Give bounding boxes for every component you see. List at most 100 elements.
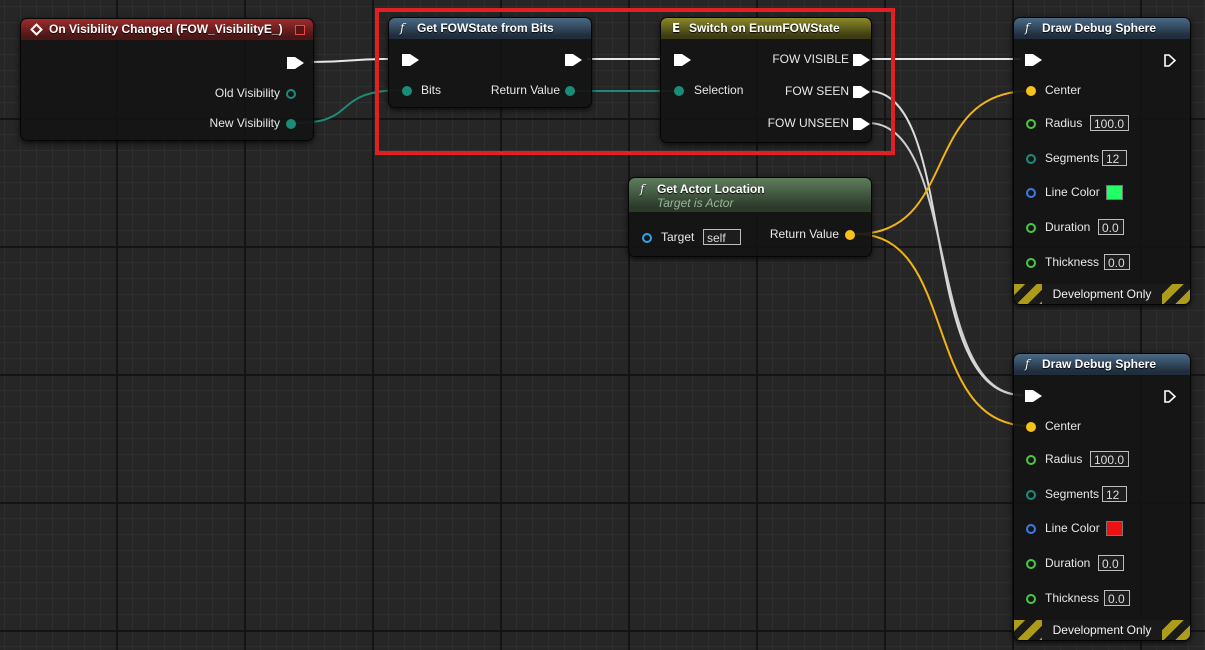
node-draw-debug-sphere-1[interactable]: f Draw Debug Sphere Center Radius 100.0 … [1013,17,1191,305]
get-fowstate-return-pin[interactable] [565,86,575,96]
bits-input-pin[interactable] [402,86,412,96]
switch-output-label-unseen: FOW UNSEEN [767,116,849,130]
fow-visible-exec-pin[interactable] [853,54,861,66]
sphere1-segments-field[interactable]: 12 [1102,150,1127,166]
sphere2-center-pin[interactable] [1026,422,1036,432]
switch-output-label-visible: FOW VISIBLE [772,52,849,66]
sphere1-thickness-field[interactable]: 0.0 [1104,254,1130,270]
node-get-actor-location[interactable]: f Get Actor Location Target is Actor Tar… [628,177,872,257]
get-fowstate-return-label: Return Value [490,83,560,97]
fow-seen-exec-arrow [861,86,870,98]
event-node-header[interactable]: On Visibility Changed (FOW_VisibilityE_) [21,19,313,40]
sphere2-exec-out-pin[interactable] [1164,390,1177,403]
sphere2-thickness-pin[interactable] [1026,594,1036,604]
event-node-on-visibility-changed[interactable]: On Visibility Changed (FOW_VisibilityE_)… [20,18,314,141]
sphere1-duration-label: Duration [1045,220,1091,234]
fow-unseen-exec-pin[interactable] [853,118,861,130]
node-get-fowstate-from-bits[interactable]: f Get FOWState from Bits Bits Return Val… [388,17,592,108]
sphere1-center-pin[interactable] [1026,86,1036,96]
switch-header[interactable]: E Switch on EnumFOWState [661,18,871,39]
selection-label: Selection [694,83,744,97]
sphere1-line-color-pin[interactable] [1026,188,1036,198]
pin-label-old-visibility: Old Visibility [214,86,280,100]
sphere1-exec-in-pin[interactable] [1025,54,1033,66]
sphere2-development-only-label: Development Only [1042,620,1162,640]
get-actor-location-subtitle: Target is Actor [657,196,734,210]
sphere1-exec-out-pin[interactable] [1164,54,1177,67]
fow-visible-exec-arrow [861,54,870,66]
draw-debug-sphere-1-header[interactable]: f Draw Debug Sphere [1014,18,1190,39]
delegate-pin-icon[interactable] [295,25,305,35]
sphere2-segments-field[interactable]: 12 [1102,486,1127,502]
sphere1-line-color-label: Line Color [1045,185,1100,199]
get-fowstate-exec-in-arrow [410,54,419,66]
switch-title: Switch on EnumFOWState [689,21,840,35]
draw-debug-sphere-2-header[interactable]: f Draw Debug Sphere [1014,354,1190,375]
draw-debug-sphere-1-title: Draw Debug Sphere [1042,21,1157,35]
event-node-title: On Visibility Changed (FOW_VisibilityE_) [49,22,283,36]
sphere1-development-only-banner: Development Only [1014,284,1190,304]
sphere1-radius-field[interactable]: 100.0 [1090,115,1129,131]
sphere2-duration-field[interactable]: 0.0 [1098,555,1124,571]
fow-seen-exec-pin[interactable] [853,86,861,98]
get-fowstate-title: Get FOWState from Bits [417,21,554,35]
sphere1-duration-pin[interactable] [1026,223,1036,233]
target-self-field[interactable]: self [703,229,741,245]
function-icon: f [400,21,405,35]
function-icon: f [1025,21,1030,35]
sphere2-radius-field[interactable]: 100.0 [1090,451,1129,467]
node-draw-debug-sphere-2[interactable]: f Draw Debug Sphere Center Radius 100.0 … [1013,353,1191,641]
event-exec-out-pin[interactable] [287,57,295,69]
sphere1-radius-pin[interactable] [1026,119,1036,129]
sphere1-segments-pin[interactable] [1026,154,1036,164]
sphere1-thickness-label: Thickness [1045,255,1100,269]
get-actor-location-header[interactable]: f Get Actor Location Target is Actor [629,178,871,212]
selection-input-pin[interactable] [674,86,684,96]
get-fowstate-exec-out-pin[interactable] [565,54,573,66]
function-icon: f [640,182,645,196]
event-exec-out-pin-arrow [295,57,304,69]
old-visibility-pin[interactable] [286,89,296,99]
sphere2-segments-label: Segments [1045,487,1100,501]
draw-debug-sphere-2-title: Draw Debug Sphere [1042,357,1157,371]
function-icon: f [1025,357,1030,371]
node-switch-on-enumfowstate[interactable]: E Switch on EnumFOWState Selection FOW V… [660,17,872,143]
fow-unseen-exec-arrow [861,118,870,130]
sphere1-thickness-pin[interactable] [1026,258,1036,268]
sphere2-center-label: Center [1045,419,1082,433]
switch-output-label-seen: FOW SEEN [784,84,849,98]
sphere1-development-only-label: Development Only [1042,284,1162,304]
sphere2-line-color-swatch[interactable] [1106,521,1123,536]
switch-exec-in-arrow [682,54,691,66]
event-diamond-icon [30,23,43,36]
sphere2-radius-pin[interactable] [1026,455,1036,465]
get-fowstate-exec-in-pin[interactable] [402,54,410,66]
get-fowstate-exec-out-arrow [573,54,582,66]
sphere2-exec-in-arrow [1033,390,1042,402]
sphere1-center-label: Center [1045,83,1082,97]
sphere2-line-color-label: Line Color [1045,521,1100,535]
switch-exec-in-pin[interactable] [674,54,682,66]
sphere2-duration-pin[interactable] [1026,559,1036,569]
get-fowstate-header[interactable]: f Get FOWState from Bits [389,18,591,39]
sphere1-duration-field[interactable]: 0.0 [1098,219,1124,235]
new-visibility-pin[interactable] [286,119,296,129]
sphere2-thickness-field[interactable]: 0.0 [1104,590,1130,606]
target-input-pin[interactable] [642,233,652,243]
actor-location-return-label: Return Value [769,227,839,241]
sphere2-radius-label: Radius [1045,452,1083,466]
sphere1-line-color-swatch[interactable] [1106,185,1123,200]
sphere2-thickness-label: Thickness [1045,591,1100,605]
data-wire-location-to-center1 [855,90,1031,235]
sphere2-exec-in-pin[interactable] [1025,390,1033,402]
sphere1-radius-label: Radius [1045,116,1083,130]
sphere2-duration-label: Duration [1045,556,1091,570]
sphere2-segments-pin[interactable] [1026,490,1036,500]
sphere1-segments-label: Segments [1045,151,1100,165]
sphere2-line-color-pin[interactable] [1026,524,1036,534]
pin-label-new-visibility: New Visibility [209,116,280,130]
sphere2-development-only-banner: Development Only [1014,620,1190,640]
sphere1-exec-in-arrow [1033,54,1042,66]
switch-icon: E [672,21,681,35]
actor-location-return-pin[interactable] [845,230,855,240]
